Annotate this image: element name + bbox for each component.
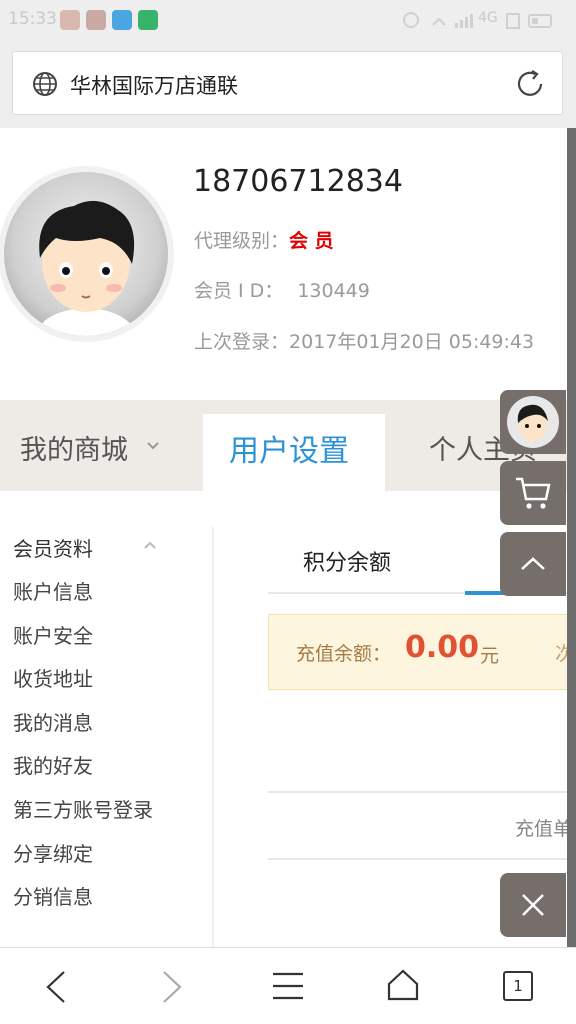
chevron-up-icon — [521, 557, 545, 570]
last-login-label: 上次登录： — [194, 331, 290, 353]
member-id: 会员 I D： 130449 — [194, 276, 370, 303]
avatar — [0, 166, 174, 342]
menu-divider — [212, 527, 214, 947]
last-login: 上次登录：2017年01月20日 05:49:43 — [194, 327, 534, 354]
menu-item-distribution-info[interactable]: 分销信息 — [13, 881, 93, 910]
scroll-top-button[interactable] — [500, 532, 566, 596]
browser-bottom-nav: 1 — [0, 947, 576, 1024]
notification-avatar-icon — [86, 10, 106, 30]
menu-item-account-info[interactable]: 账户信息 — [13, 576, 93, 605]
tab-user-settings[interactable]: 用户设置 — [229, 426, 349, 470]
recharge-balance-value: 0.00 — [405, 630, 480, 665]
chevron-up-icon — [144, 541, 156, 549]
recharge-order-label: 充值单 — [515, 818, 573, 840]
chevron-down-icon — [147, 442, 159, 450]
status-time: 15:33 — [8, 9, 57, 29]
avatar-illustration — [34, 200, 138, 336]
menu-item-my-friends[interactable]: 我的好友 — [13, 750, 93, 779]
notification-avatar-icon — [60, 10, 80, 30]
forward-icon[interactable] — [160, 970, 184, 1004]
back-icon[interactable] — [44, 970, 68, 1004]
last-login-value: 2017年01月20日 05:49:43 — [289, 331, 535, 353]
divider — [268, 791, 568, 793]
menu-item-account-security[interactable]: 账户安全 — [13, 620, 93, 649]
network-type: 4G — [478, 10, 498, 26]
member-id-value: 130449 — [297, 280, 370, 302]
menu-icon[interactable] — [271, 970, 305, 1002]
refresh-icon[interactable] — [515, 69, 545, 99]
menu-item-share-binding[interactable]: 分享绑定 — [13, 838, 93, 867]
tab-active-indicator — [465, 591, 505, 595]
menu-item-shipping-address[interactable]: 收货地址 — [13, 663, 93, 692]
menu-item-third-party-login[interactable]: 第三方账号登录 — [13, 794, 153, 823]
close-icon — [522, 894, 544, 916]
globe-icon — [33, 72, 57, 96]
tab-points-balance[interactable]: 积分余额 — [303, 545, 391, 577]
cart-icon — [516, 477, 551, 509]
divider — [268, 858, 568, 860]
member-id-label: 会员 I D： — [194, 280, 284, 302]
recharge-balance-label: 充值余额： — [296, 643, 392, 665]
tab-count: 1 — [513, 977, 523, 995]
tab-my-mall[interactable]: 我的商城 — [20, 428, 128, 467]
page-title: 华林国际万店通联 — [70, 74, 238, 98]
status-bar: 15:33 4G — [0, 0, 576, 40]
agent-level-value: 会 员 — [289, 230, 334, 252]
scan-icon — [112, 10, 132, 30]
phone-number: 18706712834 — [193, 164, 403, 199]
float-cart-button[interactable] — [500, 461, 566, 525]
menu-item-member-profile[interactable]: 会员资料 — [13, 533, 93, 562]
scrollbar[interactable] — [567, 128, 576, 948]
agent-level: 代理级别：会 员 — [194, 226, 334, 253]
menu-item-my-messages[interactable]: 我的消息 — [13, 707, 93, 736]
recharge-balance-unit: 元 — [480, 645, 500, 667]
shield-icon — [138, 10, 158, 30]
close-float-button[interactable] — [500, 873, 566, 937]
float-avatar-button[interactable] — [500, 390, 566, 454]
home-icon[interactable] — [386, 968, 420, 1002]
tabs-button[interactable]: 1 — [503, 971, 533, 1001]
agent-level-label: 代理级别： — [194, 230, 290, 252]
user-avatar-icon — [507, 396, 559, 448]
